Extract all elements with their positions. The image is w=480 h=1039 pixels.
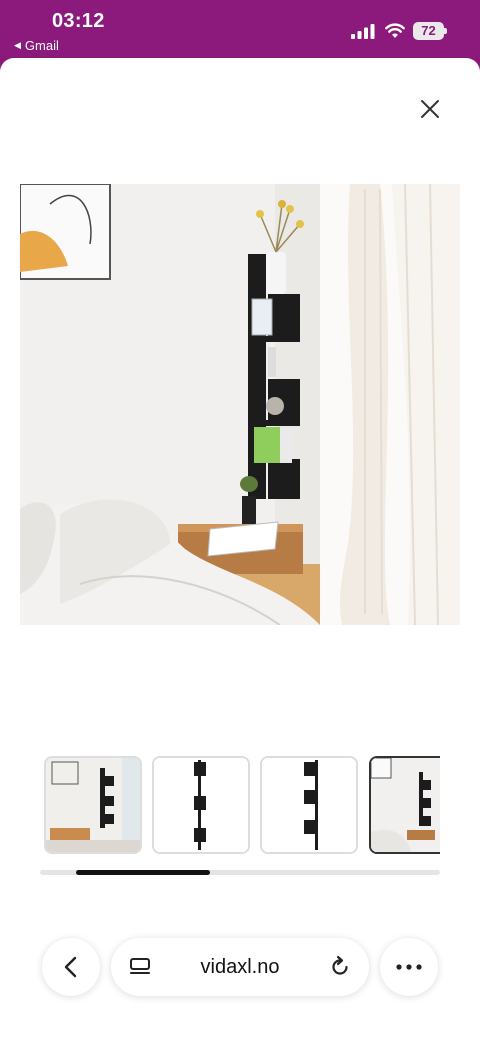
- product-main-image[interactable]: [20, 184, 460, 625]
- reload-icon[interactable]: [329, 955, 351, 979]
- status-bar: 03:12 ◀ Gmail 72: [0, 0, 480, 58]
- chevron-left-icon: [64, 956, 77, 978]
- thumbnail-4[interactable]: [369, 756, 440, 854]
- thumbnail-2[interactable]: [152, 756, 250, 854]
- back-triangle-icon: ◀: [14, 40, 21, 50]
- back-button[interactable]: [42, 938, 100, 996]
- thumb-shelf-side-view: [154, 758, 248, 852]
- close-icon[interactable]: [415, 94, 445, 124]
- thumb-shelf-back-view: [262, 758, 356, 852]
- more-button[interactable]: [380, 938, 438, 996]
- thumbnail-strip[interactable]: [44, 756, 440, 856]
- thumbnail-1[interactable]: [44, 756, 142, 854]
- address-bar[interactable]: vidaxl.no: [111, 938, 369, 996]
- more-icon: [396, 964, 422, 970]
- product-photo-corner-shelf: [20, 184, 460, 625]
- cellular-signal-icon: [351, 24, 375, 39]
- back-app-label: Gmail: [24, 38, 59, 53]
- thumbnail-scrollbar-track[interactable]: [40, 870, 440, 875]
- status-time: 03:12: [52, 10, 105, 32]
- thumb-shelf-bedroom: [371, 758, 440, 852]
- wifi-icon: [385, 23, 405, 38]
- thumbnail-scrollbar-thumb[interactable]: [76, 870, 210, 875]
- battery-tip: [444, 28, 447, 34]
- back-to-app-link[interactable]: ◀ Gmail: [14, 38, 59, 53]
- battery-level: 72: [413, 22, 444, 40]
- thumbnail-3[interactable]: [260, 756, 358, 854]
- thumb-wall-shelf-room: [46, 758, 140, 852]
- battery-indicator: 72: [413, 22, 447, 40]
- image-viewer-sheet: vidaxl.no: [0, 58, 480, 1039]
